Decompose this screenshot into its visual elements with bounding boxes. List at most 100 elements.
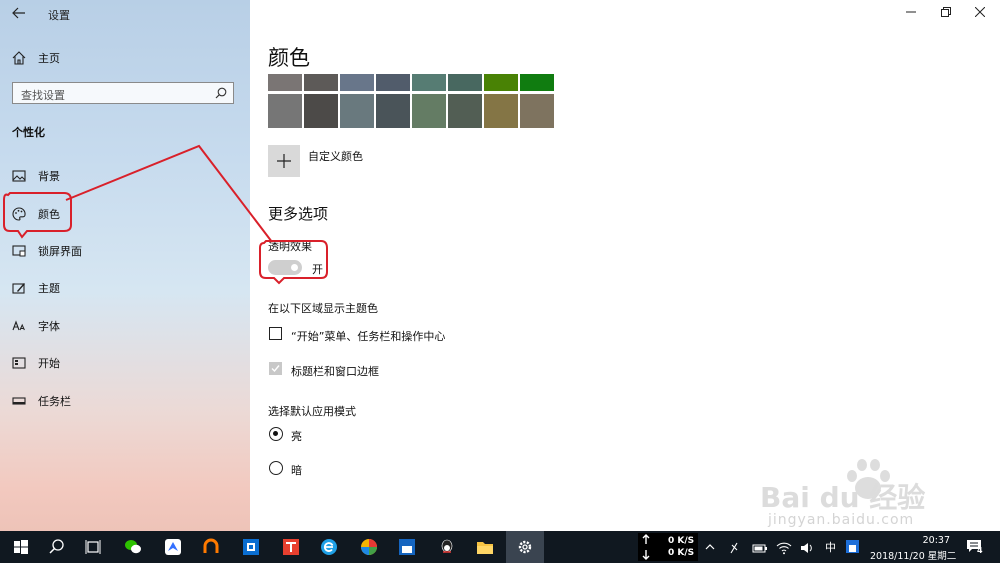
color-swatch[interactable] bbox=[484, 94, 518, 128]
home-icon bbox=[12, 51, 26, 65]
checkmark-icon bbox=[271, 365, 280, 373]
color-swatch[interactable] bbox=[448, 94, 482, 128]
start-taskbar-label: “开始”菜单、任务栏和操作中心 bbox=[291, 330, 446, 343]
taskbar-app-ie[interactable] bbox=[312, 531, 346, 563]
back-arrow-icon bbox=[12, 7, 25, 19]
taskbar-app-qq[interactable] bbox=[430, 531, 464, 563]
color-swatch[interactable] bbox=[448, 74, 482, 91]
sidebar-item-background[interactable]: 背景 bbox=[0, 158, 250, 194]
transparency-label: 透明效果 bbox=[268, 240, 312, 253]
lockscreen-icon bbox=[12, 245, 26, 257]
clock[interactable]: 20:37 2018/11/20 星期二 bbox=[866, 533, 958, 562]
search-icon bbox=[49, 539, 64, 554]
sidebar-item-start[interactable]: 开始 bbox=[0, 345, 250, 381]
tray-icon-wifi[interactable] bbox=[776, 540, 792, 555]
sidebar-item-label: 背景 bbox=[38, 170, 60, 183]
windows-logo-icon bbox=[14, 540, 28, 554]
baidu-watermark: Bai du 经验 jingyan.baidu.com bbox=[760, 459, 970, 530]
sidebar-item-label: 主题 bbox=[38, 282, 60, 295]
search-button[interactable] bbox=[40, 531, 74, 563]
sidebar-home[interactable]: 主页 bbox=[0, 40, 250, 76]
start-taskbar-checkbox[interactable] bbox=[269, 327, 282, 340]
taskbar: 0 K/S 0 K/S 中 20:37 2018/11/20 星期二 4 bbox=[0, 531, 1000, 563]
color-swatch[interactable] bbox=[268, 74, 302, 91]
settings-icon bbox=[518, 540, 532, 554]
color-swatch[interactable] bbox=[520, 94, 554, 128]
clock-time: 20:37 bbox=[922, 535, 950, 546]
dark-mode-radio[interactable] bbox=[269, 461, 283, 475]
search-input[interactable]: 查找设置 bbox=[12, 82, 234, 104]
office-icon bbox=[243, 539, 259, 555]
clock-date: 2018/11/20 星期二 bbox=[870, 551, 957, 562]
color-swatch[interactable] bbox=[376, 94, 410, 128]
color-swatch[interactable] bbox=[412, 74, 446, 91]
taskbar-app-office[interactable] bbox=[234, 531, 268, 563]
feishu-icon bbox=[165, 539, 181, 555]
sidebar-item-label: 锁屏界面 bbox=[38, 245, 82, 258]
taskbar-app-photos[interactable] bbox=[352, 531, 386, 563]
plus-icon bbox=[277, 154, 291, 168]
tray-icon-ime-tool[interactable] bbox=[846, 540, 859, 553]
taskbar-app-wechat[interactable] bbox=[116, 531, 150, 563]
toggle-knob bbox=[291, 264, 298, 271]
netease-icon bbox=[203, 538, 219, 553]
transparency-toggle[interactable] bbox=[268, 260, 302, 275]
taskbar-app-settings[interactable] bbox=[506, 531, 544, 563]
picture-icon bbox=[12, 170, 26, 182]
ime-toolbar-icon bbox=[849, 545, 856, 552]
sidebar-item-lockscreen[interactable]: 锁屏界面 bbox=[0, 233, 250, 269]
custom-color-label: 自定义颜色 bbox=[308, 150, 363, 163]
sidebar-home-label: 主页 bbox=[38, 52, 60, 65]
tray-icon-volume[interactable] bbox=[800, 540, 814, 554]
explorer-icon bbox=[477, 542, 493, 554]
color-swatch[interactable] bbox=[340, 74, 374, 91]
sidebar-item-themes[interactable]: 主题 bbox=[0, 270, 250, 306]
watermark-url: jingyan.baidu.com bbox=[768, 512, 915, 528]
tray-icon-battery[interactable] bbox=[752, 540, 768, 554]
close-button[interactable] bbox=[966, 3, 994, 21]
tray-icon-bluetooth[interactable] bbox=[728, 540, 740, 554]
taskbar-icon bbox=[12, 397, 26, 405]
page-title: 颜色 bbox=[268, 46, 310, 70]
light-mode-radio[interactable] bbox=[269, 427, 283, 441]
pen-icon bbox=[730, 542, 738, 554]
ime-indicator[interactable]: 中 bbox=[825, 539, 836, 555]
radio-dot bbox=[273, 431, 278, 436]
start-button[interactable] bbox=[4, 531, 38, 563]
taskbar-app-explorer[interactable] bbox=[468, 531, 502, 563]
custom-color-button[interactable] bbox=[268, 145, 300, 177]
restore-button[interactable] bbox=[932, 3, 960, 21]
taskbar-app-netease[interactable] bbox=[194, 531, 228, 563]
sidebar-item-label: 字体 bbox=[38, 320, 60, 333]
color-swatch[interactable] bbox=[304, 74, 338, 91]
tray-overflow-button[interactable] bbox=[703, 539, 717, 555]
net-down-speed: 0 K/S bbox=[668, 548, 695, 558]
color-swatch[interactable] bbox=[412, 94, 446, 128]
color-swatch[interactable] bbox=[376, 74, 410, 91]
calendar-icon bbox=[399, 539, 415, 555]
back-button[interactable] bbox=[10, 5, 28, 21]
wifi-icon bbox=[776, 542, 792, 555]
taskbar-app-calendar[interactable] bbox=[390, 531, 424, 563]
sidebar-item-taskbar[interactable]: 任务栏 bbox=[0, 383, 250, 419]
minimize-button[interactable] bbox=[897, 3, 925, 21]
color-swatch[interactable] bbox=[520, 74, 554, 91]
network-speed-widget[interactable]: 0 K/S 0 K/S bbox=[638, 533, 698, 561]
font-icon bbox=[12, 320, 25, 331]
color-swatch[interactable] bbox=[340, 94, 374, 128]
task-view-button[interactable] bbox=[76, 531, 110, 563]
color-swatch[interactable] bbox=[484, 74, 518, 91]
action-center-button[interactable]: 4 bbox=[964, 537, 986, 557]
sidebar-item-fonts[interactable]: 字体 bbox=[0, 308, 250, 344]
battery-icon bbox=[752, 544, 767, 553]
swatch-row bbox=[268, 74, 556, 91]
more-options-title: 更多选项 bbox=[268, 205, 329, 223]
color-swatch[interactable] bbox=[268, 94, 302, 128]
sidebar-item-colors[interactable]: 颜色 bbox=[0, 196, 250, 232]
color-swatch[interactable] bbox=[304, 94, 338, 128]
titlebar-checkbox[interactable] bbox=[269, 362, 282, 375]
minimize-icon bbox=[906, 11, 916, 13]
taskbar-app-translate[interactable] bbox=[274, 531, 308, 563]
transparency-state: 开 bbox=[312, 263, 323, 276]
taskbar-app-feishu[interactable] bbox=[156, 531, 190, 563]
